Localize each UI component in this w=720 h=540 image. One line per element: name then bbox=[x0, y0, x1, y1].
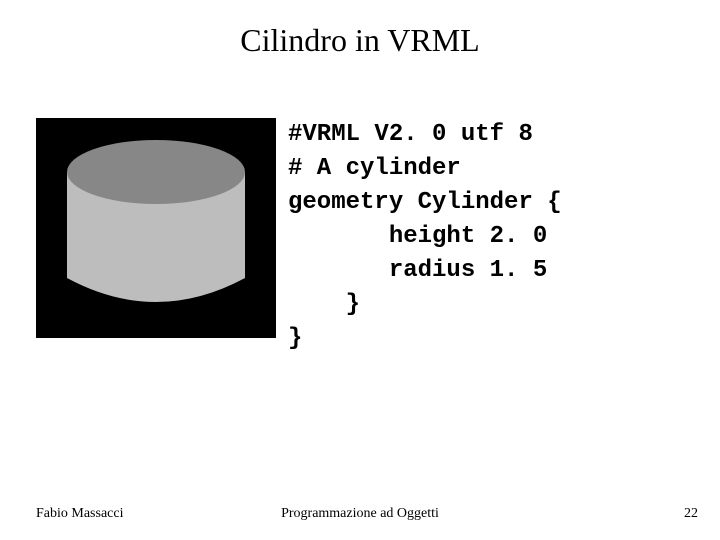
footer-course: Programmazione ad Oggetti bbox=[0, 506, 720, 522]
slide: Cilindro in VRML #VRML V2. 0 utf 8 # A c… bbox=[0, 0, 720, 540]
code-line: radius 1. 5 bbox=[288, 257, 547, 284]
code-line: #VRML V2. 0 utf 8 bbox=[288, 121, 533, 148]
code-block: #VRML V2. 0 utf 8 # A cylinder geometry … bbox=[288, 118, 562, 357]
code-line: } bbox=[288, 325, 302, 352]
slide-title: Cilindro in VRML bbox=[0, 22, 720, 59]
code-line: } bbox=[288, 291, 360, 318]
code-line: height 2. 0 bbox=[288, 223, 547, 250]
footer-page-number: 22 bbox=[684, 506, 698, 522]
cylinder-icon bbox=[51, 128, 261, 328]
code-line: # A cylinder bbox=[288, 155, 461, 182]
code-line: geometry Cylinder { bbox=[288, 189, 562, 216]
content-row: #VRML V2. 0 utf 8 # A cylinder geometry … bbox=[36, 118, 700, 357]
cylinder-render bbox=[36, 118, 276, 338]
